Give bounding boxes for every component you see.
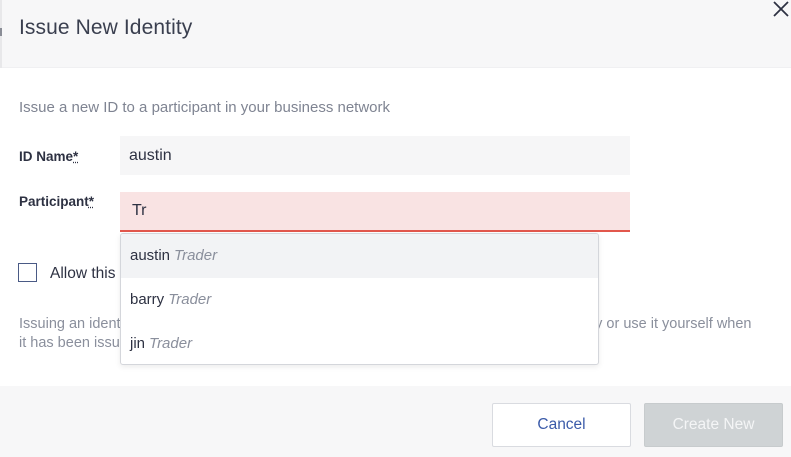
dialog-footer: Cancel Create New: [0, 386, 791, 457]
suggestion-item[interactable]: jin Trader: [121, 322, 598, 364]
note-right-text: ody or use it yourself when: [579, 316, 752, 332]
suggestion-name: barry: [130, 291, 165, 308]
id-name-input[interactable]: [120, 136, 630, 175]
required-mark: *: [88, 194, 95, 209]
id-name-label: ID Name*: [19, 149, 78, 164]
suggestion-name: austin: [130, 247, 171, 264]
issue-identity-dialog: Issue New Identity Issue a new ID to a p…: [0, 0, 791, 457]
suggestion-type: Trader: [168, 291, 212, 308]
participant-input[interactable]: [120, 192, 630, 232]
allow-checkbox-label: Allow this: [50, 265, 116, 282]
dialog-description: Issue a new ID to a participant in your …: [19, 99, 391, 116]
dialog-header: Issue New Identity: [0, 0, 791, 68]
note-left-text: Issuing an ident: [19, 316, 121, 332]
participant-label-text: Participant: [19, 194, 89, 209]
dialog-title: Issue New Identity: [19, 16, 193, 39]
close-icon[interactable]: [770, 0, 791, 20]
participant-suggestions: austin Trader barry Trader jin Trader: [120, 233, 599, 365]
allow-checkbox[interactable]: [18, 263, 37, 282]
create-new-button[interactable]: Create New: [644, 403, 783, 447]
suggestion-item[interactable]: barry Trader: [121, 278, 598, 322]
id-name-label-text: ID Name: [19, 149, 74, 164]
suggestion-item[interactable]: austin Trader: [121, 234, 598, 278]
suggestion-type: Trader: [174, 247, 218, 264]
suggestion-name: jin: [130, 335, 146, 352]
resize-handle[interactable]: [0, 28, 2, 36]
required-mark: *: [73, 149, 79, 164]
cancel-button[interactable]: Cancel: [492, 403, 631, 447]
participant-label: Participant*: [19, 194, 94, 209]
suggestion-type: Trader: [149, 335, 193, 352]
